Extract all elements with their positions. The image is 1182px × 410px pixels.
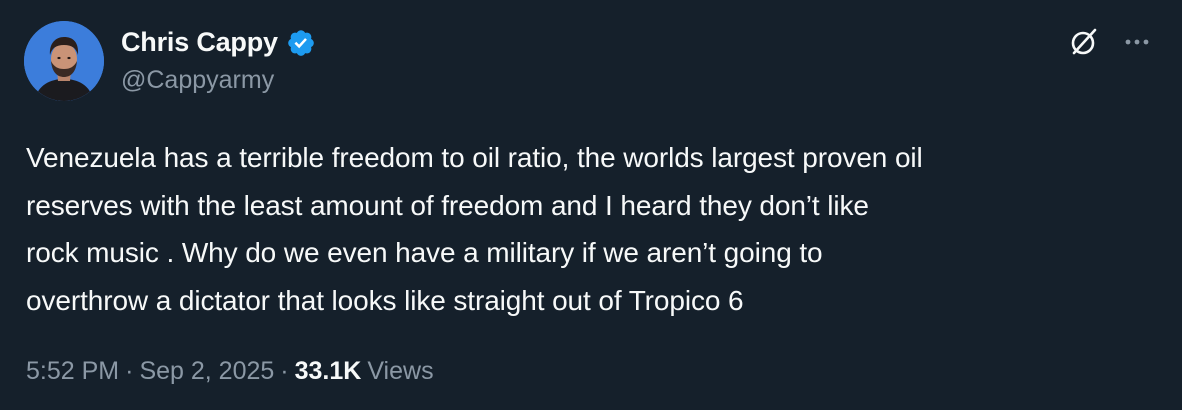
meta-separator: · xyxy=(280,357,289,385)
tweet-metadata: 5:52 PM · Sep 2, 2025 · 33.1K Views xyxy=(26,357,434,386)
views-count[interactable]: 33.1K xyxy=(295,357,362,386)
profile-photo-icon xyxy=(24,21,104,101)
more-icon[interactable] xyxy=(1120,24,1156,60)
tweet-time[interactable]: 5:52 PM xyxy=(26,357,119,386)
author-display-name[interactable]: Chris Cappy xyxy=(121,27,278,58)
grok-icon[interactable] xyxy=(1066,24,1102,60)
views-label[interactable]: Views xyxy=(367,357,433,386)
verified-badge-icon[interactable] xyxy=(286,28,316,58)
author-name-row: Chris Cappy xyxy=(121,24,316,60)
tweet-card: Chris Cappy @Cappyarmy Venezuela has a t… xyxy=(0,0,1182,410)
meta-separator: · xyxy=(125,357,134,385)
tweet-date[interactable]: Sep 2, 2025 xyxy=(139,357,274,386)
avatar[interactable] xyxy=(24,21,104,101)
tweet-text: Venezuela has a terrible freedom to oil … xyxy=(26,142,923,316)
author-handle[interactable]: @Cappyarmy xyxy=(121,66,274,95)
